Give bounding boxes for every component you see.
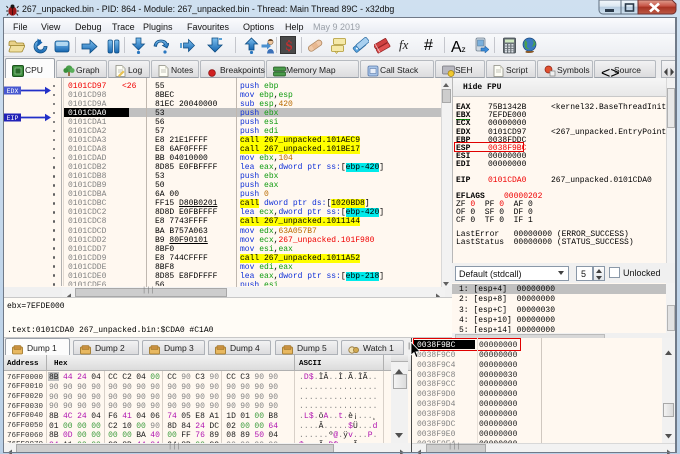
svg-text:EIP: EIP (7, 115, 19, 122)
svg-text:EDX: EDX (7, 88, 19, 95)
